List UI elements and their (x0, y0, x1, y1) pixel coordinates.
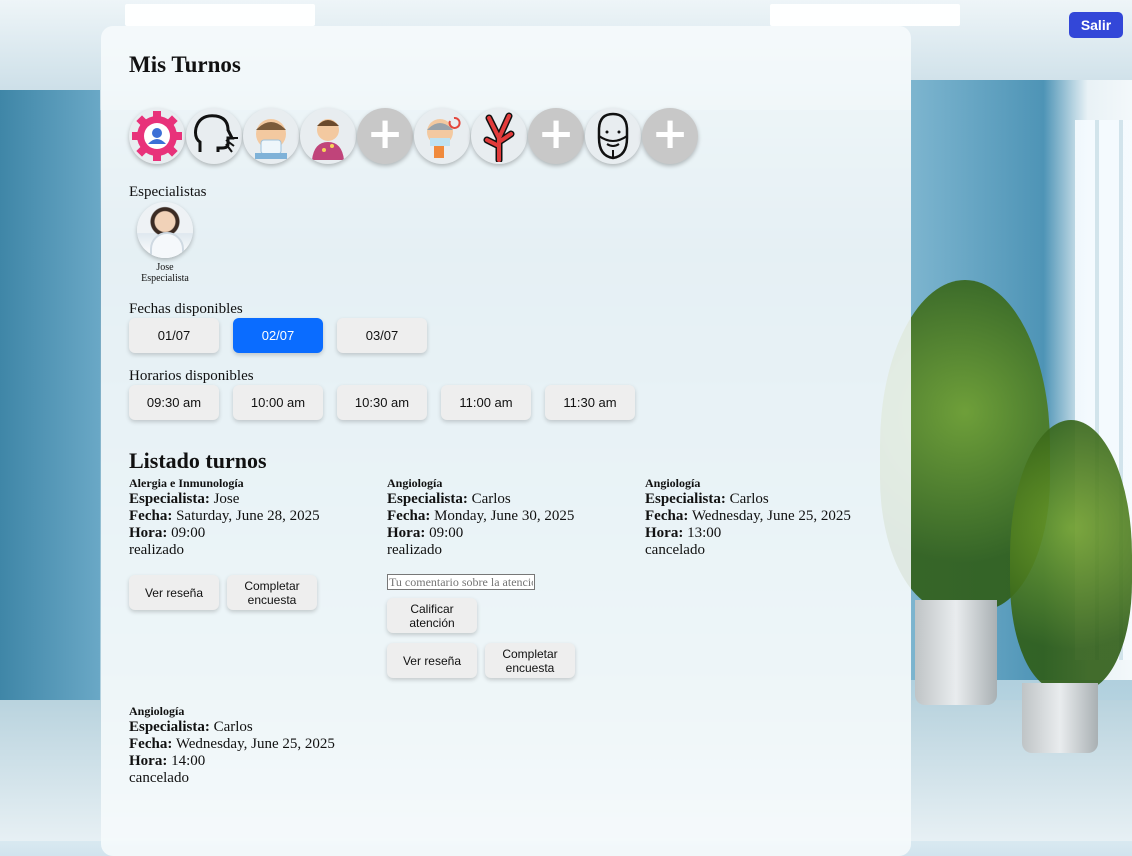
appointment-status: cancelado (645, 542, 705, 558)
plant-image (1010, 420, 1132, 690)
complete-survey-button[interactable]: Completar encuesta (485, 643, 575, 678)
date-chip-selected[interactable]: 02/07 (233, 318, 323, 353)
appointment-status: realizado (129, 542, 184, 558)
plant-pot-image (915, 600, 997, 705)
appointment-specialty: Angiología (645, 476, 701, 490)
specialty-button[interactable] (414, 108, 470, 164)
appointment-actions: Ver reseña Completar encuesta (387, 643, 637, 678)
appointment-specialist: Especialista: Carlos (129, 719, 253, 735)
specialty-button[interactable]: + (528, 108, 584, 164)
specialist-card[interactable]: Jose Especialista (135, 202, 195, 284)
appointment-specialty: Alergia e Inmunología (129, 476, 244, 490)
appointment-date: Fecha: Saturday, June 28, 2025 (129, 508, 320, 524)
background-wall-left (0, 90, 100, 730)
specialty-button[interactable] (300, 108, 356, 164)
appointment-specialist: Especialista: Carlos (645, 491, 769, 507)
blood-vessel-icon (483, 112, 515, 162)
horarios-label: Horarios disponibles (129, 368, 254, 384)
complete-survey-button[interactable]: Completar encuesta (227, 575, 317, 610)
logout-button[interactable]: Salir (1069, 12, 1123, 38)
appointment-specialty: Angiología (387, 476, 443, 490)
view-review-button[interactable]: Ver reseña (387, 643, 477, 678)
plant-pot-image (1022, 683, 1098, 753)
date-chip[interactable]: 03/07 (337, 318, 427, 353)
list-title: Listado turnos (129, 448, 267, 473)
plus-icon: + (537, 108, 575, 159)
ceiling-light (125, 4, 315, 26)
time-chip[interactable]: 10:30 am (337, 385, 427, 420)
appointment-specialist: Especialista: Carlos (387, 491, 511, 507)
nebulizer-icon (427, 116, 461, 158)
date-chip[interactable]: 01/07 (129, 318, 219, 353)
appointment-card: Angiología Especialista: Carlos Fecha: W… (645, 476, 895, 559)
appointment-time: Hora: 09:00 (129, 525, 206, 541)
appointment-time: Hora: 09:00 (387, 525, 464, 541)
view-review-button[interactable]: Ver reseña (129, 575, 219, 610)
specialty-button[interactable] (471, 108, 527, 164)
specialty-button[interactable] (585, 108, 641, 164)
time-options: 09:30 am 10:00 am 10:30 am 11:00 am 11:3… (129, 385, 635, 420)
fechas-label: Fechas disponibles (129, 301, 243, 317)
bearded-face-icon (597, 112, 629, 160)
time-chip[interactable]: 11:30 am (545, 385, 635, 420)
specialist-name: Jose (156, 262, 174, 273)
specialty-button[interactable] (243, 108, 299, 164)
plus-icon: + (366, 108, 404, 159)
specialty-button[interactable]: + (357, 108, 413, 164)
time-chip[interactable]: 10:00 am (233, 385, 323, 420)
appointment-specialty: Angiología (129, 704, 185, 718)
plus-icon: + (651, 108, 689, 159)
appointment-time: Hora: 14:00 (129, 753, 206, 769)
sneeze-icon (255, 119, 287, 159)
appointment-card: Alergia e Inmunología Especialista: Jose… (129, 476, 379, 610)
appointment-date: Fecha: Wednesday, June 25, 2025 (129, 736, 335, 752)
appointment-time: Hora: 13:00 (645, 525, 722, 541)
appointment-status: realizado (387, 542, 442, 558)
rate-attention-button[interactable]: Calificar atención (387, 598, 477, 633)
appointment-date: Fecha: Wednesday, June 25, 2025 (645, 508, 851, 524)
appointment-card: Angiología Especialista: Carlos Fecha: M… (387, 476, 637, 678)
specialty-selector: + + + (129, 108, 698, 164)
appointment-specialist: Especialista: Jose (129, 491, 240, 507)
cough-icon (194, 114, 238, 153)
especialistas-label: Especialistas (129, 184, 207, 200)
appointment-date: Fecha: Monday, June 30, 2025 (387, 508, 575, 524)
specialty-button[interactable] (129, 108, 185, 164)
page-title: Mis Turnos (129, 52, 241, 77)
specialist-avatar (137, 202, 193, 258)
time-chip[interactable]: 11:00 am (441, 385, 531, 420)
specialist-role: Especialista (141, 273, 189, 284)
appointment-status: cancelado (129, 770, 189, 786)
specialty-button[interactable] (186, 108, 242, 164)
ceiling-light (770, 4, 960, 26)
appointment-card: Angiología Especialista: Carlos Fecha: W… (129, 704, 379, 787)
specialty-button[interactable]: + (642, 108, 698, 164)
dermatology-icon (312, 119, 344, 160)
gear-person-icon (132, 111, 182, 161)
comment-input[interactable] (387, 574, 535, 590)
time-chip[interactable]: 09:30 am (129, 385, 219, 420)
appointment-actions: Ver reseña Completar encuesta (129, 575, 379, 610)
date-options: 01/07 02/07 03/07 (129, 318, 427, 353)
turnos-panel: Mis Turnos + + + Especialistas Jose Espe… (101, 26, 911, 856)
